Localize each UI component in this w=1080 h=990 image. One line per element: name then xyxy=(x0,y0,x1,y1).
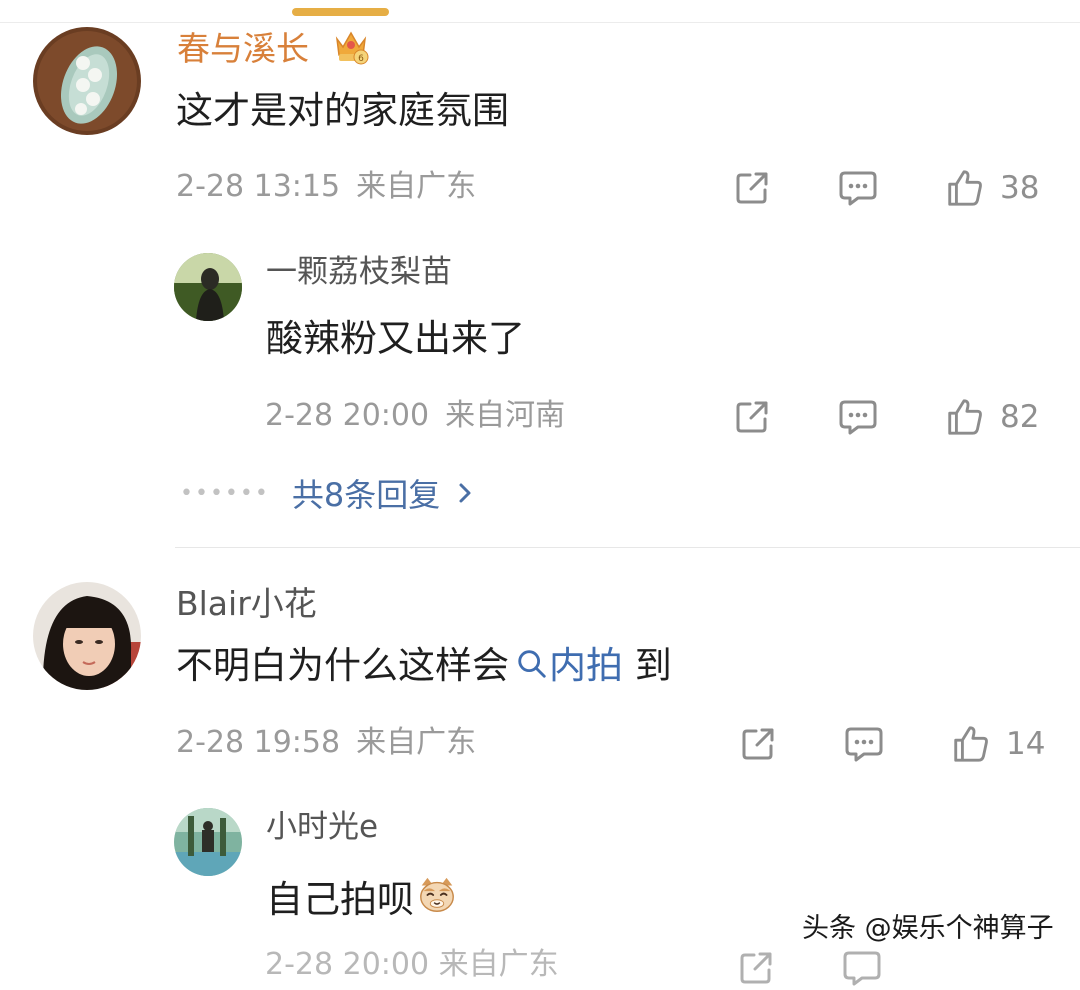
share-icon xyxy=(742,728,774,760)
comment-icon xyxy=(845,727,883,762)
comment-icon xyxy=(839,171,877,206)
reply-button[interactable] xyxy=(842,722,886,766)
reply-share-button[interactable] xyxy=(730,395,774,439)
reply-date: 2-28 20:00 xyxy=(265,398,430,433)
reply-meta: 2-28 20:00 来自河南 xyxy=(265,401,565,431)
drag-handle[interactable] xyxy=(292,8,389,16)
reply-meta-partial-text: 2-28 20:00 来自广东 xyxy=(265,947,559,982)
share-icon xyxy=(740,952,772,984)
reply-username[interactable]: 一颗荔枝梨苗 xyxy=(266,257,452,288)
reply-avatar[interactable] xyxy=(174,808,242,876)
more-replies-link[interactable]: •••••• 共8条回复 xyxy=(180,470,476,516)
badge-level: 6 xyxy=(358,54,364,64)
reply-comment-button[interactable] xyxy=(836,395,880,439)
like-icon xyxy=(948,399,982,435)
comment-location: 来自广东 xyxy=(356,725,477,760)
share-icon xyxy=(736,172,768,204)
topic-link[interactable]: 内拍 xyxy=(509,644,623,687)
reply-button[interactable] xyxy=(836,166,880,210)
reply-username[interactable]: 小时光e xyxy=(266,812,378,843)
dots-separator: •••••• xyxy=(180,480,270,506)
comment-text-prefix: 不明白为什么这样会 xyxy=(176,644,509,687)
like-button[interactable]: 38 xyxy=(944,166,1039,210)
comment-text: 这才是对的家庭氛围 xyxy=(176,89,509,132)
reply-comment-button[interactable] xyxy=(840,946,884,990)
reply-avatar[interactable] xyxy=(174,253,242,321)
avatar[interactable] xyxy=(33,582,141,690)
reply-meta-partial: 2-28 20:00 来自广东 xyxy=(265,950,559,980)
comment-divider xyxy=(175,547,1080,548)
share-icon xyxy=(736,401,768,433)
like-icon xyxy=(948,170,982,206)
crown-badge-icon: 6 xyxy=(331,25,371,65)
comment-text: 不明白为什么这样会 内拍 到 xyxy=(176,647,672,684)
like-icon xyxy=(954,726,988,762)
like-count: 38 xyxy=(1000,169,1040,206)
username[interactable]: 春与溪长 xyxy=(177,32,309,65)
cat-emoji-icon xyxy=(420,877,454,912)
username[interactable]: Blair小花 xyxy=(176,587,317,620)
share-button[interactable] xyxy=(736,722,780,766)
like-count: 14 xyxy=(1006,725,1046,762)
search-icon xyxy=(518,650,546,678)
comment-date: 2-28 13:15 xyxy=(176,169,341,204)
reply-like-button[interactable]: 82 xyxy=(944,395,1039,439)
watermark: 头条 @娱乐个神算子 xyxy=(802,913,1054,944)
share-button[interactable] xyxy=(730,166,774,210)
more-replies-label[interactable]: 共8条回复 xyxy=(292,470,440,516)
avatar[interactable] xyxy=(33,27,141,135)
reply-location: 来自河南 xyxy=(445,398,566,433)
comment-date: 2-28 19:58 xyxy=(176,725,341,760)
like-button[interactable]: 14 xyxy=(950,722,1045,766)
comment-text-suffix: 到 xyxy=(634,644,672,687)
topic-link-text[interactable]: 内拍 xyxy=(549,644,623,687)
comment-meta: 2-28 13:15 来自广东 xyxy=(176,172,476,202)
reply-text-content: 自己拍呗 xyxy=(266,878,414,921)
comment-meta: 2-28 19:58 来自广东 xyxy=(176,728,476,758)
comment-icon xyxy=(843,951,881,986)
reply-share-button[interactable] xyxy=(734,946,778,990)
reply-like-count: 82 xyxy=(1000,398,1040,435)
reply-text: 自己拍呗 xyxy=(266,874,458,918)
comment-icon xyxy=(839,400,877,435)
reply-text: 酸辣粉又出来了 xyxy=(266,317,525,360)
top-divider xyxy=(0,22,1080,23)
chevron-right-icon xyxy=(459,483,471,503)
comment-location: 来自广东 xyxy=(356,169,477,204)
